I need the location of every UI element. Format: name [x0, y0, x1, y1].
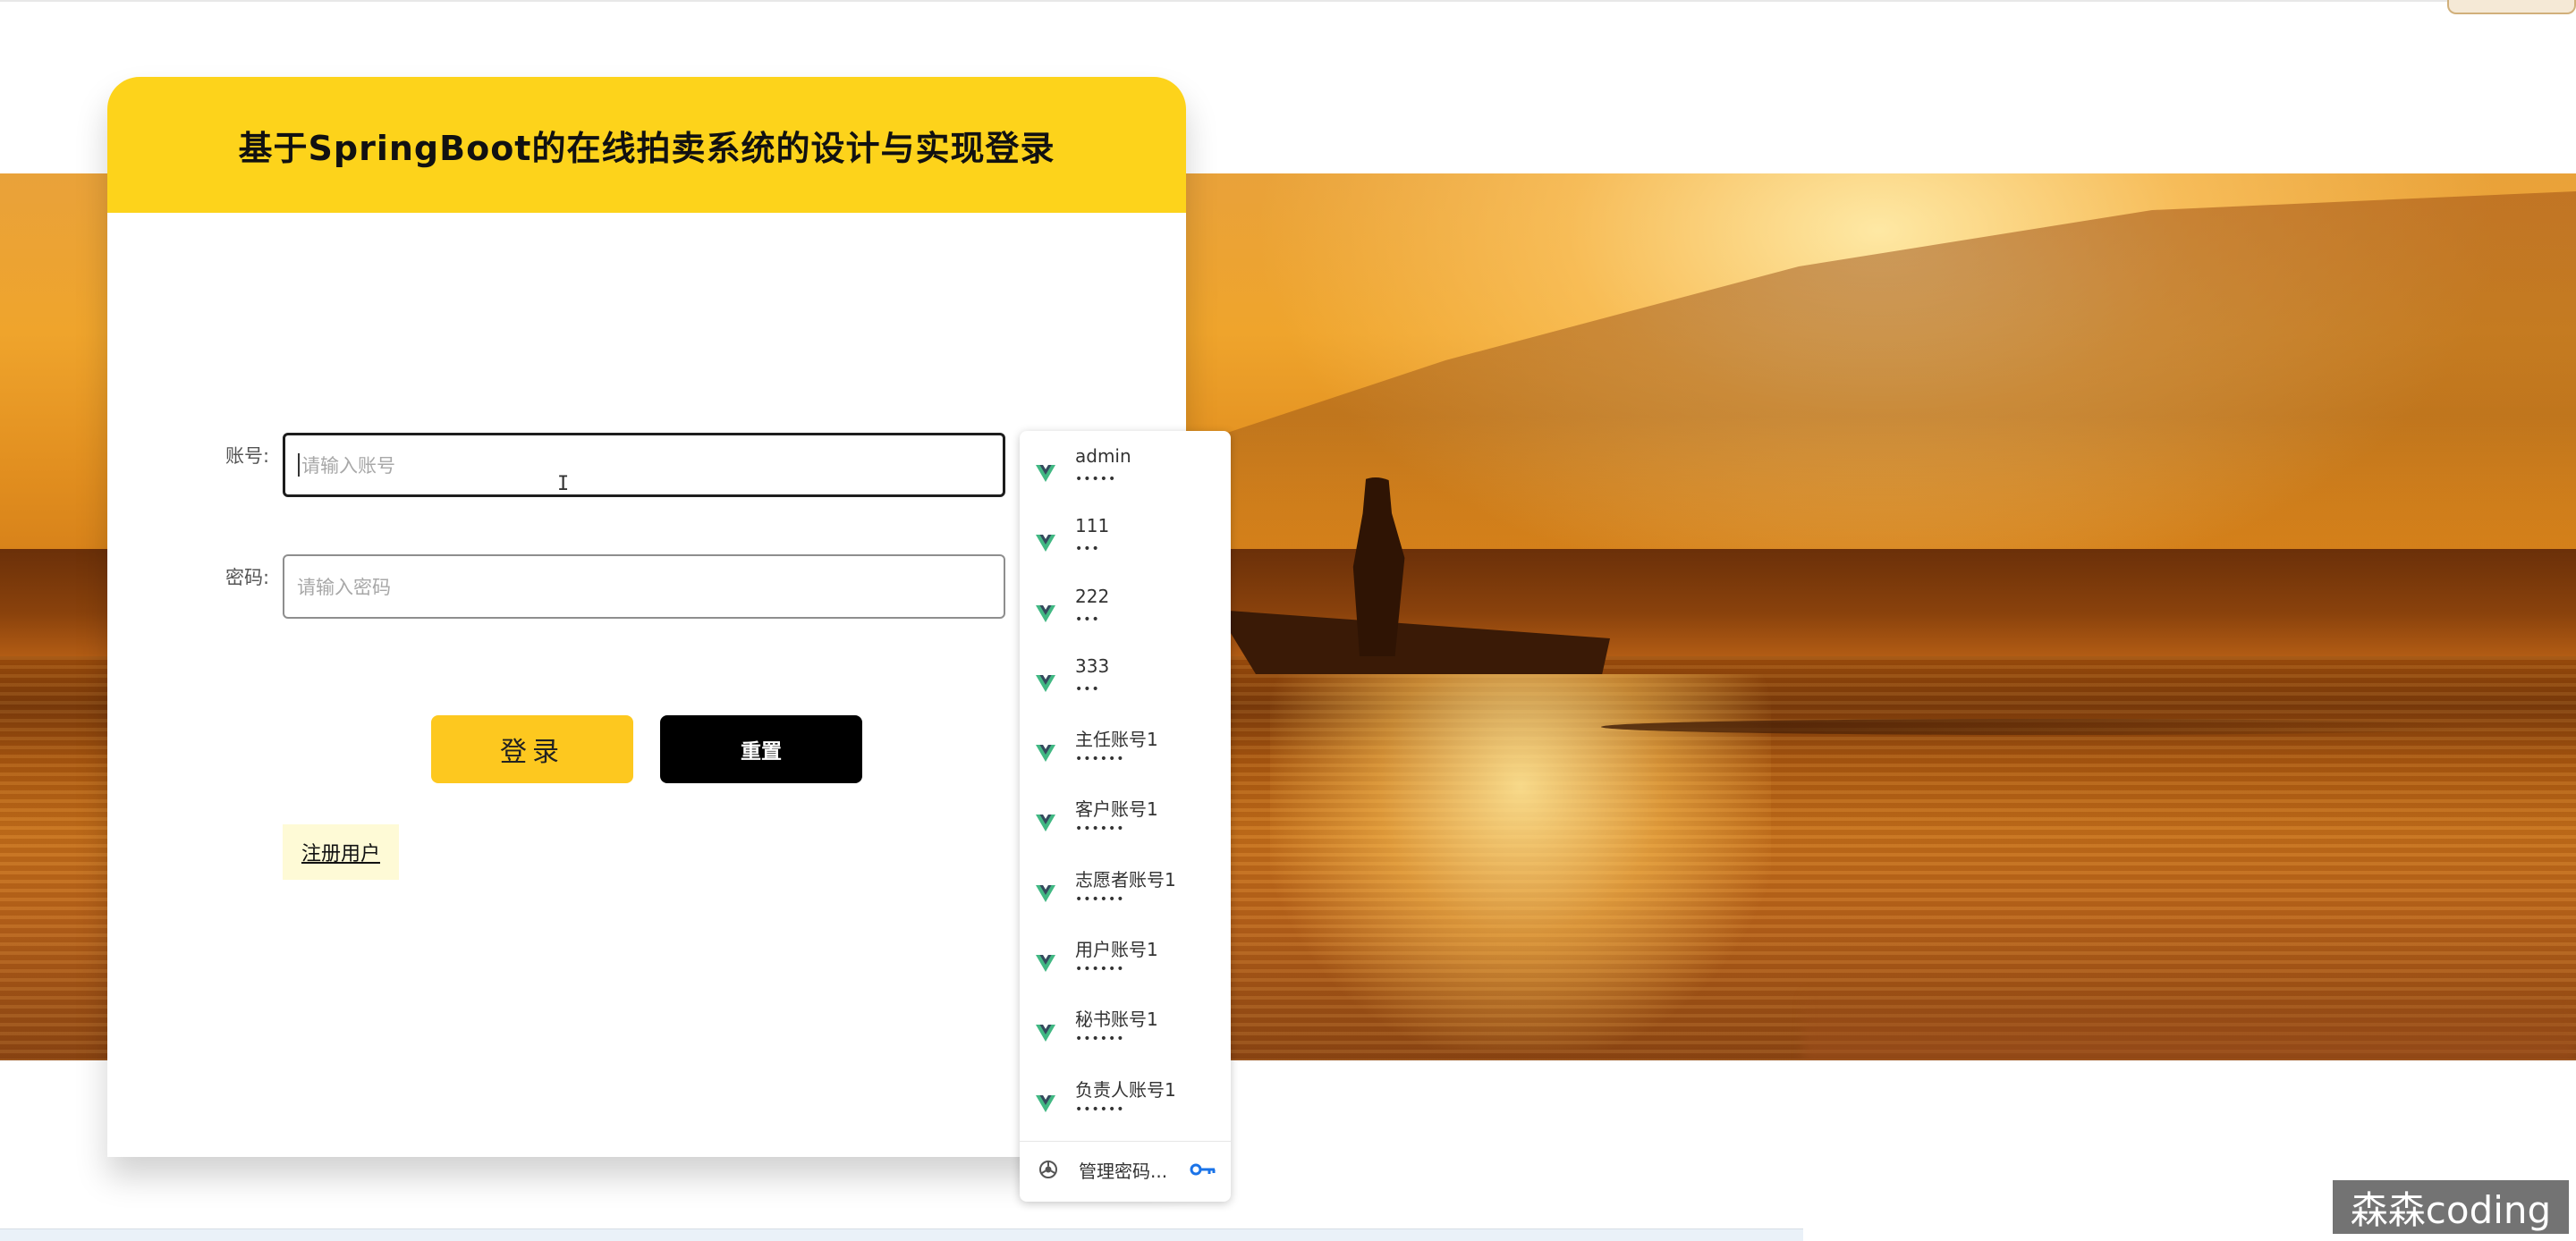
reset-button-label: 重置	[741, 740, 782, 764]
autofill-item[interactable]: 用户账号1 ••••••	[1020, 930, 1231, 1000]
autofill-username: 333	[1075, 654, 1110, 677]
autofill-username: 222	[1075, 585, 1110, 607]
vue-logo-icon	[1036, 745, 1055, 763]
autofill-password-mask: ••••••	[1075, 1102, 1125, 1117]
autofill-password-mask: ••••••	[1075, 752, 1125, 767]
password-input[interactable]: 请输入密码	[283, 554, 1005, 619]
reset-button[interactable]: 重置	[660, 715, 862, 783]
key-icon	[1190, 1163, 1216, 1176]
autofill-divider	[1020, 1141, 1231, 1142]
autofill-password-mask: •••••	[1075, 472, 1117, 486]
autofill-item[interactable]: admin •••••	[1020, 440, 1231, 510]
login-button-label: 登录	[500, 737, 564, 768]
vue-logo-icon	[1036, 535, 1055, 553]
autofill-username: 负责人账号1	[1075, 1078, 1176, 1101]
autofill-item[interactable]: 客户账号1 ••••••	[1020, 789, 1231, 859]
autofill-username: 用户账号1	[1075, 939, 1158, 961]
autofill-username: 秘书账号1	[1075, 1009, 1158, 1031]
vue-logo-icon	[1036, 674, 1055, 692]
autofill-password-mask: •••	[1075, 542, 1100, 557]
autofill-username: 主任账号1	[1075, 729, 1158, 751]
autofill-item[interactable]: 222 •••	[1020, 580, 1231, 650]
manage-passwords-item[interactable]: 管理密码...	[1020, 1143, 1231, 1196]
account-label: 账号:	[225, 445, 270, 467]
autofill-item[interactable]: 志愿者账号1 ••••••	[1020, 860, 1231, 930]
bottom-bar	[0, 1228, 1803, 1241]
autofill-password-mask: ••••••	[1075, 962, 1125, 977]
vue-logo-icon	[1036, 955, 1055, 973]
autofill-item[interactable]: 111 •••	[1020, 510, 1231, 579]
watermark-text: 森森coding	[2350, 1187, 2552, 1232]
page-title: 基于SpringBoot的在线拍卖系统的设计与实现登录	[238, 128, 1055, 168]
autofill-username: 志愿者账号1	[1075, 868, 1176, 891]
autofill-item[interactable]: 主任账号1 ••••••	[1020, 720, 1231, 789]
vue-logo-icon	[1036, 604, 1055, 622]
vue-logo-icon	[1036, 815, 1055, 832]
autofill-password-mask: ••••••	[1075, 891, 1125, 907]
login-page: 基于SpringBoot的在线拍卖系统的设计与实现登录 账号: 请输入账号 I …	[0, 0, 2576, 1241]
autofill-password-mask: ••••••	[1075, 822, 1125, 837]
chrome-icon	[1039, 1161, 1057, 1178]
autofill-username: admin	[1075, 445, 1131, 467]
card-header: 基于SpringBoot的在线拍卖系统的设计与实现登录	[107, 77, 1186, 213]
login-button[interactable]: 登录	[431, 715, 633, 783]
autofill-username: 客户账号1	[1075, 798, 1158, 821]
autofill-password-mask: •••	[1075, 612, 1100, 627]
autofill-item[interactable]: 秘书账号1 ••••••	[1020, 1000, 1231, 1069]
autofill-item[interactable]: 333 •••	[1020, 650, 1231, 720]
watermark-badge: 森森coding	[2333, 1180, 2569, 1234]
password-label: 密码:	[225, 567, 270, 588]
text-caret	[298, 453, 300, 477]
top-divider	[0, 0, 2576, 2]
vue-logo-icon	[1036, 1025, 1055, 1043]
autofill-password-mask: ••••••	[1075, 1032, 1125, 1047]
autofill-username: 111	[1075, 515, 1110, 537]
vue-logo-icon	[1036, 884, 1055, 902]
account-placeholder: 请输入账号	[301, 455, 395, 477]
password-autofill-dropdown: admin ••••• 111 ••• 222 ••• 333 ••• 主任账号1 •••••• 客…	[1020, 431, 1231, 1202]
autofill-password-mask: •••	[1075, 681, 1100, 696]
autofill-list: admin ••••• 111 ••• 222 ••• 333 ••• 主任账号1 •••••• 客…	[1020, 440, 1231, 1140]
vue-logo-icon	[1036, 465, 1055, 482]
i-beam-cursor-icon: I	[557, 473, 570, 495]
corner-thumbnail	[2447, 0, 2576, 14]
manage-passwords-label: 管理密码...	[1079, 1161, 1168, 1182]
account-input[interactable]: 请输入账号	[283, 433, 1005, 497]
vue-logo-icon	[1036, 1094, 1055, 1112]
register-link[interactable]: 注册用户	[283, 824, 399, 880]
password-placeholder: 请输入密码	[297, 577, 391, 598]
autofill-item[interactable]: 负责人账号1 ••••••	[1020, 1070, 1231, 1140]
